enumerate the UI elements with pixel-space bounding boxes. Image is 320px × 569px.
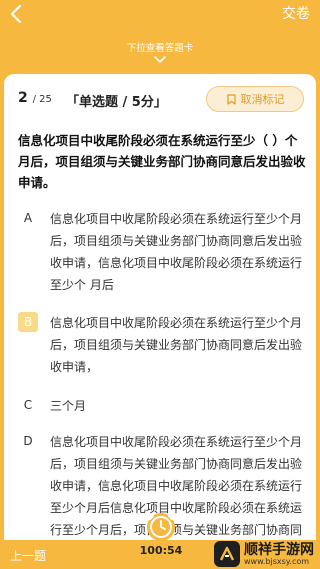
option-text: 三个月 <box>50 399 87 413</box>
question-progress: 2 / 25 <box>18 90 52 106</box>
answer-card-pull-hint[interactable]: 下拉查看答题卡 <box>0 40 320 64</box>
question-header: 2 / 25 「单选题 / 5分」 取消标记 <box>4 74 316 122</box>
site-watermark: 顺祥手游网 www.bjsxsy.com <box>214 541 314 567</box>
exam-timer: 100:54 <box>136 510 186 557</box>
option-text: 信息化项目中收尾阶段必须在系统运行至少个月后，项目组须与关键业务部门协商同意后发… <box>50 212 303 292</box>
watermark-title: 顺祥手游网 <box>244 541 314 558</box>
question-stem: 信息化项目中收尾阶段必须在系统运行至少（ ）个月后，项目组须与关键业务部门协商同… <box>18 133 306 190</box>
option-letter: C <box>23 398 33 412</box>
submit-exam-button[interactable]: 交卷 <box>282 3 310 23</box>
unmark-button[interactable]: 取消标记 <box>206 86 304 112</box>
option-text: 信息化项目中收尾阶段必须在系统运行至少个月后，项目组须与关键业务部门协商同意后发… <box>50 316 303 374</box>
top-bar: 交卷 <box>0 0 320 26</box>
back-button[interactable] <box>6 3 28 25</box>
question-type-label: 「单选题 / 5分」 <box>66 95 167 110</box>
alarm-clock-icon <box>147 513 175 541</box>
total-question-count: / 25 <box>32 94 52 105</box>
watermark-url: www.bjsxsy.com <box>244 556 310 566</box>
option-letter: A <box>23 211 33 225</box>
chevron-down-icon <box>154 56 166 63</box>
question-card: 2 / 25 「单选题 / 5分」 取消标记 信息化项目中收尾阶段必须在系统运行… <box>4 74 316 540</box>
current-question-number: 2 <box>18 90 28 106</box>
unmark-label: 取消标记 <box>240 93 285 106</box>
option-letter: B <box>18 312 38 332</box>
timer-value: 100:54 <box>139 544 183 557</box>
watermark-logo-icon <box>214 541 240 567</box>
pull-hint-label: 下拉查看答题卡 <box>126 43 194 54</box>
chevron-left-icon <box>10 4 22 24</box>
previous-question-button[interactable]: 上一题 <box>10 547 46 564</box>
option-letter: D <box>23 434 33 448</box>
bookmark-icon <box>226 93 236 105</box>
